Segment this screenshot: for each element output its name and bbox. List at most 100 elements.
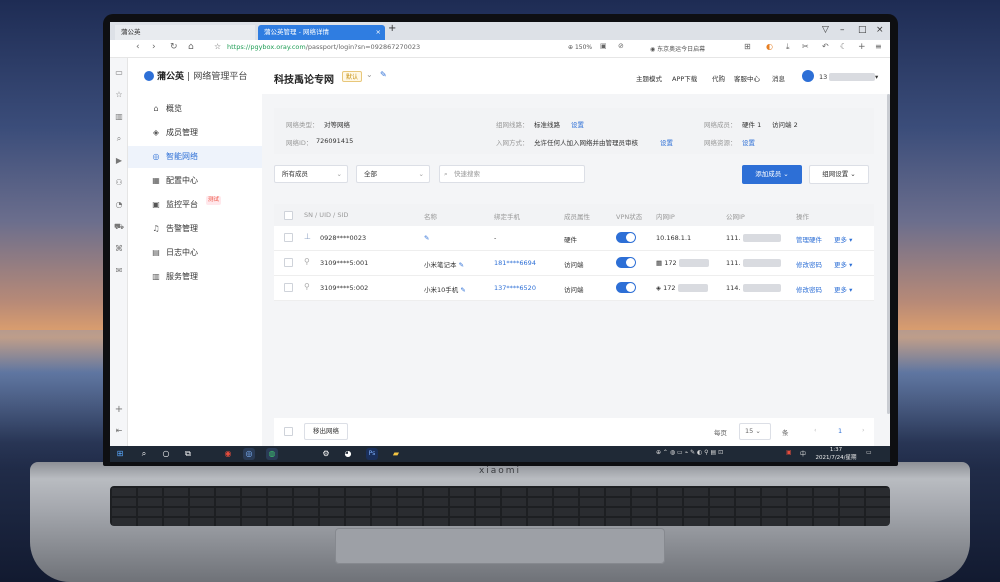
reload-icon[interactable]: ↻ — [170, 42, 178, 52]
vpn-toggle[interactable] — [616, 232, 636, 243]
clock[interactable]: 1:37 2021/7/24/星期六 — [815, 446, 857, 462]
change-password-link[interactable]: 修改密码 — [796, 284, 822, 294]
nav-monitor[interactable]: ▣ 监控平台 测试 — [128, 194, 262, 216]
support-link[interactable]: 客服中心 — [734, 73, 760, 83]
screenshot-icon[interactable]: ⊘ — [618, 42, 624, 50]
edit-name-icon[interactable]: ✎ — [424, 234, 429, 242]
footer-select-checkbox[interactable] — [284, 427, 293, 436]
search-icon[interactable]: ⌕ — [113, 134, 125, 146]
status-filter-select[interactable]: 全部 ⌄ — [356, 165, 430, 183]
history-icon[interactable]: ▥ — [113, 112, 125, 124]
new-tab-button[interactable]: + — [388, 23, 396, 34]
search-icon[interactable]: ⌕ — [138, 448, 150, 460]
nav-overview[interactable]: ⌂ 概览 — [128, 98, 262, 120]
app-logo[interactable]: 蒲公英 | 网络管理平台 — [144, 69, 247, 82]
more-menu[interactable]: 更多 ▾ — [834, 259, 852, 269]
collapse-icon[interactable]: ⇤ — [113, 426, 125, 438]
edit-name-icon[interactable]: ✎ — [459, 261, 464, 269]
news-ticker[interactable]: ◉ 东京奥运今日启幕 — [650, 44, 705, 53]
game-pad-icon[interactable]: ⚇ — [113, 178, 125, 190]
home-icon[interactable]: ⌂ — [188, 42, 194, 52]
caret-down-icon[interactable]: ▾ — [875, 73, 878, 81]
browser-app-icon[interactable]: ◎ — [243, 448, 255, 460]
select-all-checkbox[interactable] — [284, 211, 293, 220]
task-view-icon[interactable]: ○ — [160, 448, 172, 460]
cut-icon[interactable]: ✂ — [802, 42, 809, 51]
add-icon[interactable]: + — [113, 404, 125, 416]
close-window-icon[interactable]: × — [876, 25, 884, 35]
reader-icon[interactable]: ▭ — [113, 68, 125, 80]
menu-icon[interactable]: ≡ — [875, 42, 882, 51]
bound-phone[interactable]: 137****6520 — [494, 284, 536, 292]
edit-name-icon[interactable]: ✎ — [460, 286, 465, 294]
scrollbar[interactable] — [887, 94, 890, 414]
per-page-select[interactable]: 15 ⌄ — [739, 423, 771, 440]
vpn-toggle[interactable] — [616, 282, 636, 293]
photoshop-icon[interactable]: Ps — [366, 448, 378, 460]
maximize-icon[interactable]: □ — [858, 25, 867, 35]
line-settings-link[interactable]: 设置 — [571, 119, 584, 129]
browser-tab-1[interactable]: 蒲公英 — [115, 25, 255, 40]
address-bar[interactable]: https://pgybox.oray.com/passport/login?s… — [227, 43, 420, 51]
grid-icon[interactable]: ⊞ — [744, 42, 751, 51]
nav-smart-network[interactable]: ◎ 智能网络 — [128, 146, 262, 168]
nav-alerts[interactable]: ♫ 告警管理 — [128, 218, 262, 240]
edit-icon[interactable]: ✎ — [380, 70, 387, 79]
ime-indicator[interactable]: 中 — [800, 449, 806, 458]
zoom-level[interactable]: ⊕ 150% — [568, 44, 592, 51]
resource-settings-link[interactable]: 设置 — [742, 137, 755, 147]
more-menu[interactable]: 更多 ▾ — [834, 234, 852, 244]
row-checkbox[interactable] — [284, 258, 293, 267]
messages-link[interactable]: 消息 — [772, 73, 785, 83]
chrome-icon[interactable]: ◉ — [222, 448, 234, 460]
app-download-link[interactable]: APP下载 — [672, 73, 697, 83]
windows-start-icon[interactable]: ⊞ — [114, 448, 126, 460]
prev-page-icon[interactable]: ‹ — [814, 426, 817, 434]
tray-app-icon[interactable]: ▣ — [786, 449, 792, 456]
user-account[interactable]: 13 — [819, 73, 876, 81]
tool-icon[interactable]: ⌘ — [113, 244, 125, 256]
nav-services[interactable]: ▥ 服务管理 — [128, 266, 262, 288]
plus-icon[interactable]: + — [858, 42, 866, 52]
search-input[interactable]: ⌕ 快速搜索 — [439, 165, 585, 183]
settings-icon[interactable]: ⚙ — [320, 448, 332, 460]
browser-tab-2[interactable]: 蒲公英管理 - 网络详情 × — [258, 25, 385, 40]
add-member-button[interactable]: 添加成员 ⌄ — [742, 165, 802, 184]
forward-icon[interactable]: › — [152, 42, 156, 52]
widgets-icon[interactable]: ⧉ — [182, 448, 194, 460]
member-filter-select[interactable]: 所有成员 ⌄ — [274, 165, 348, 183]
back-icon[interactable]: ‹ — [136, 42, 140, 52]
manage-hardware-link[interactable]: 管理硬件 — [796, 234, 822, 244]
nav-logs[interactable]: ▤ 日志中心 — [128, 242, 262, 264]
change-password-link[interactable]: 修改密码 — [796, 259, 822, 269]
theme-mode-link[interactable]: 主题模式 — [636, 73, 662, 83]
video-icon[interactable]: ▶ — [113, 156, 125, 168]
vpn-toggle[interactable] — [616, 257, 636, 268]
remove-from-network-button[interactable]: 移出网络 — [304, 423, 348, 440]
cart-icon[interactable]: ⛟ — [113, 222, 125, 234]
row-checkbox[interactable] — [284, 283, 293, 292]
undo-icon[interactable]: ↶ — [822, 42, 829, 51]
notification-icon[interactable]: ▭ — [866, 449, 872, 456]
avatar[interactable] — [802, 70, 814, 82]
user-app-icon[interactable]: ◕ — [342, 448, 354, 460]
mail-icon[interactable]: ✉ — [113, 266, 125, 278]
night-icon[interactable]: ☾ — [840, 42, 847, 51]
shield-icon[interactable]: ▽ — [822, 25, 829, 35]
qr-icon[interactable]: ▣ — [600, 42, 607, 50]
purchase-link[interactable]: 代购 — [712, 73, 725, 83]
chevron-down-icon[interactable]: ⌄ — [366, 70, 373, 79]
game-icon[interactable]: ◐ — [766, 42, 773, 51]
star-icon[interactable]: ☆ — [214, 42, 221, 51]
network-settings-button[interactable]: 组网设置 ⌄ — [809, 165, 869, 184]
nav-config[interactable]: ▦ 配置中心 — [128, 170, 262, 192]
nav-members[interactable]: ◈ 成员管理 — [128, 122, 262, 144]
join-settings-link[interactable]: 设置 — [660, 137, 673, 147]
download-icon[interactable]: ⤓ — [786, 42, 790, 52]
folder-icon[interactable]: ▰ — [390, 448, 402, 460]
next-page-icon[interactable]: › — [862, 426, 865, 434]
close-icon[interactable]: × — [376, 25, 381, 40]
favorite-icon[interactable]: ☆ — [113, 90, 125, 102]
chat-icon[interactable]: ◔ — [113, 200, 125, 212]
minimize-icon[interactable]: – — [840, 25, 845, 35]
